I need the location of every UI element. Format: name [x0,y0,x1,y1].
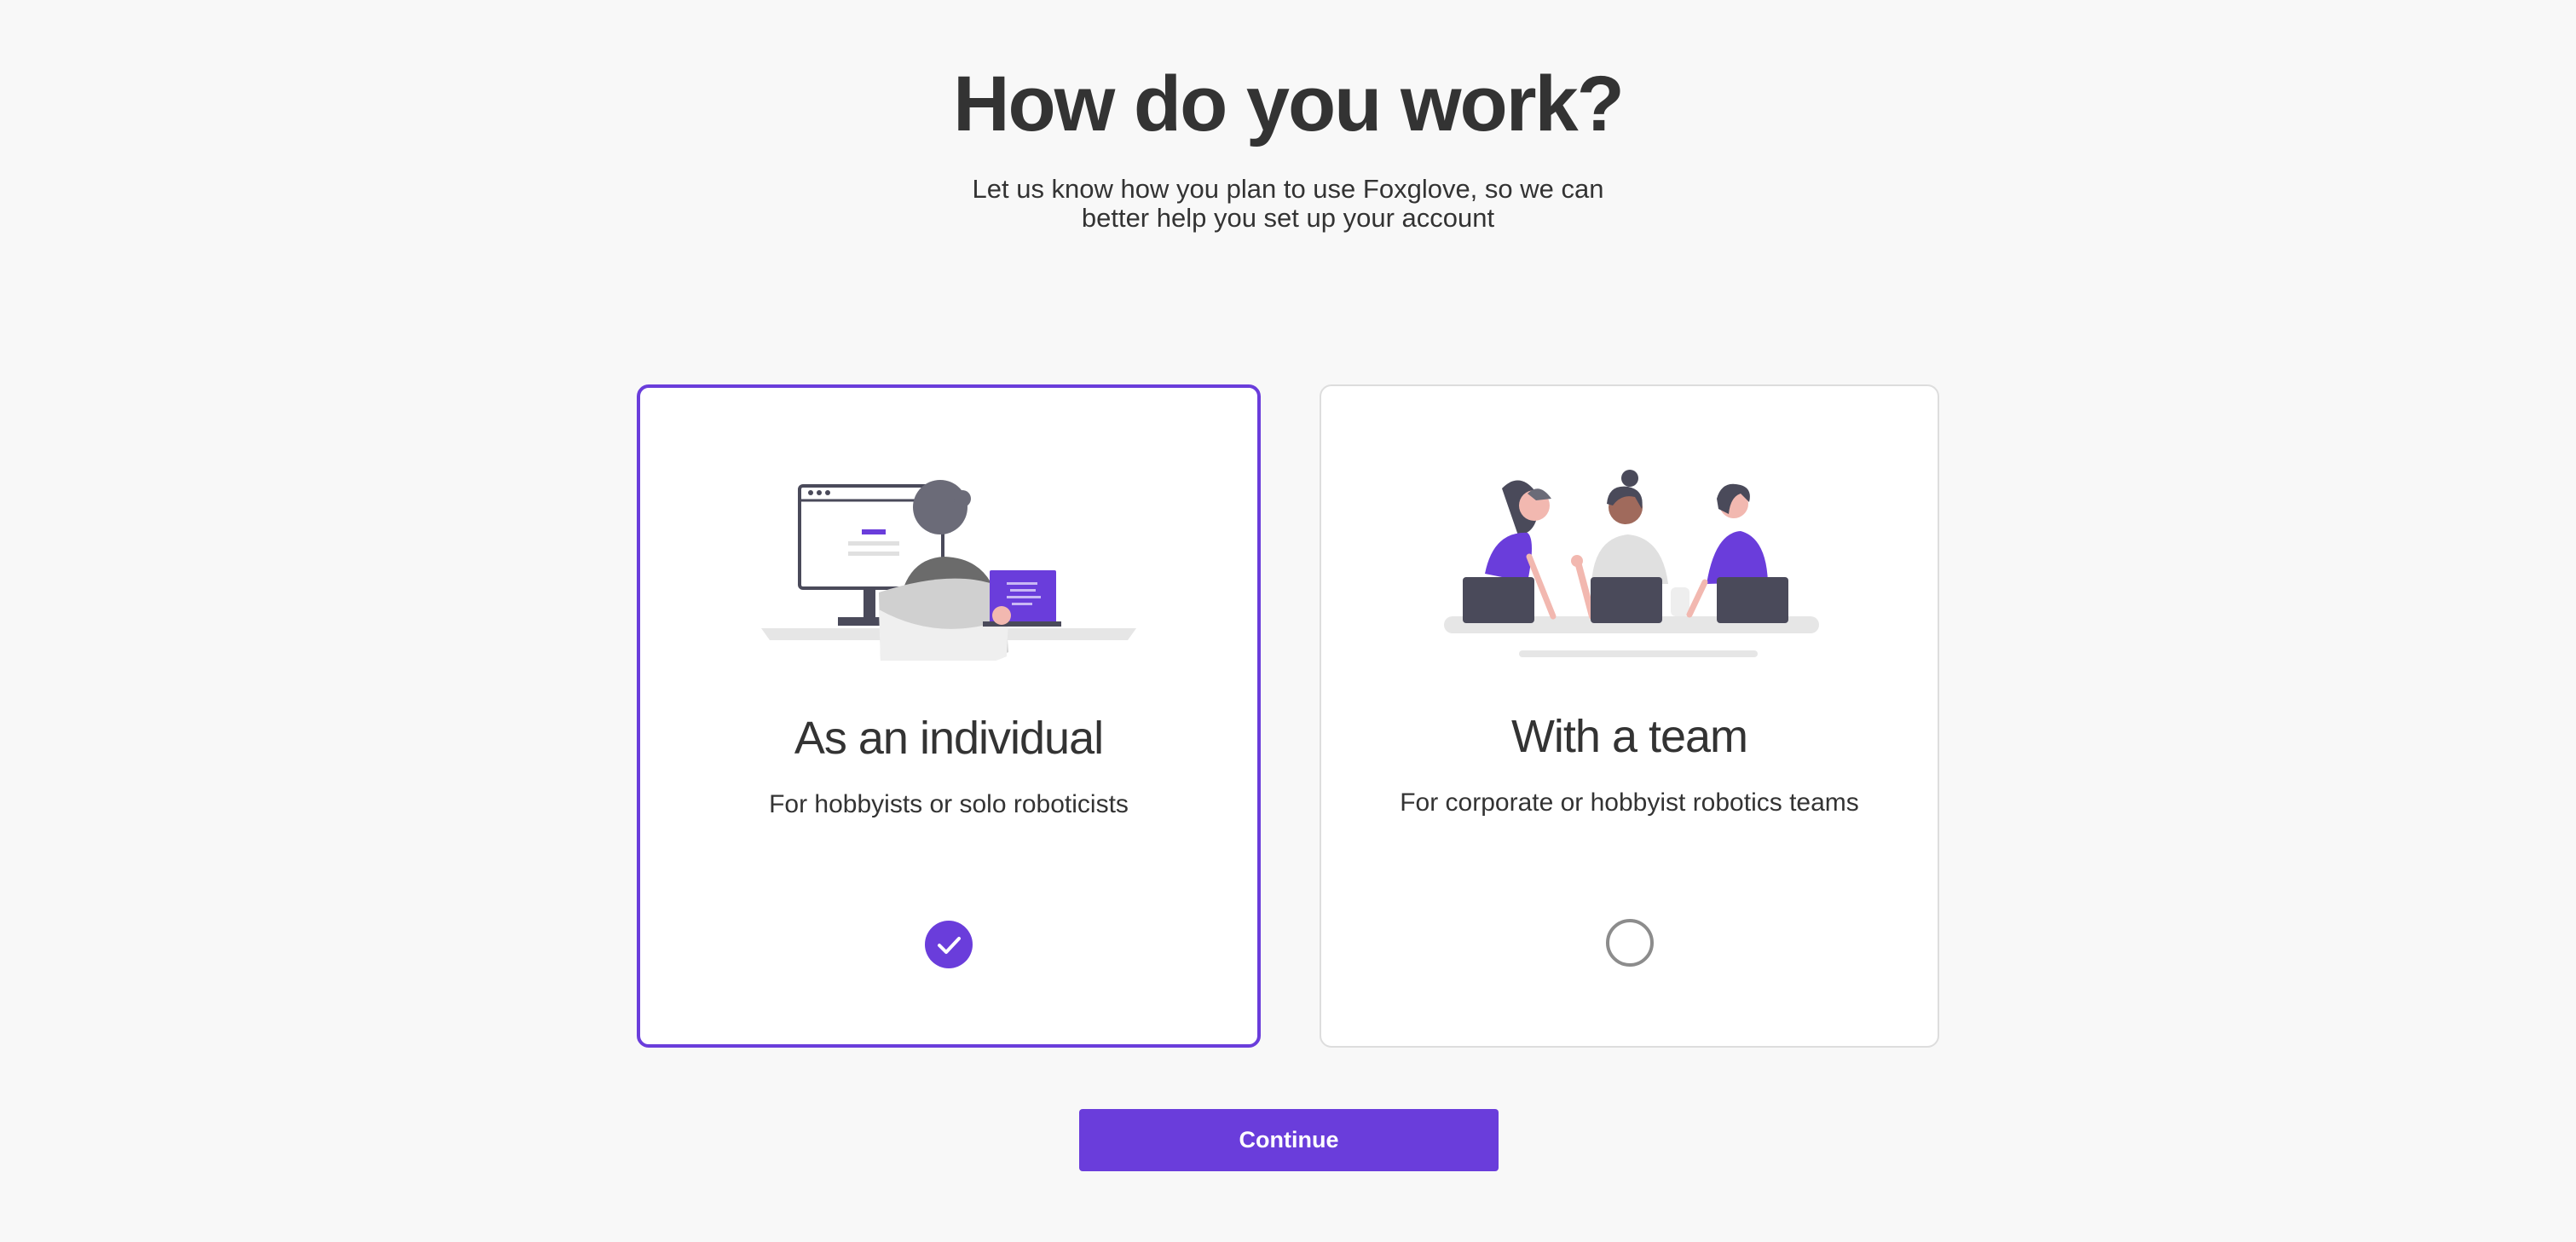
checkmark-icon [938,937,961,954]
person-at-computer-illustration [761,480,1136,661]
unselected-radio-icon[interactable] [1605,919,1654,967]
option-title: With a team [1510,711,1748,762]
page-subtitle: Let us know how you plan to use Foxglove… [972,174,1604,233]
option-description: For hobbyists or solo roboticists [769,790,1129,818]
page-title: How do you work? [953,61,1625,147]
selected-radio-check-icon[interactable] [925,921,973,968]
team-at-laptops-illustration [1443,470,1819,657]
continue-button[interactable]: Continue [1079,1109,1499,1171]
option-card-individual[interactable]: As an individual For hobbyists or solo r… [637,384,1261,1048]
option-description: For corporate or hobbyist robotics teams [1400,789,1859,817]
option-card-team[interactable]: With a team For corporate or hobbyist ro… [1320,384,1939,1048]
option-title: As an individual [794,713,1104,764]
